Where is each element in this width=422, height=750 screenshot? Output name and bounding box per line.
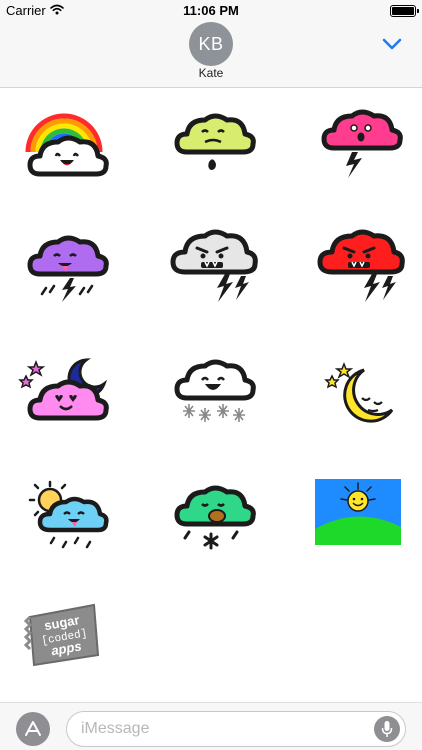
angry-gray-storm-cloud-sticker[interactable] — [161, 212, 261, 312]
sick-green-cloud-sticker[interactable] — [161, 90, 261, 190]
pink-storm-cloud-sticker[interactable] — [308, 90, 408, 190]
sticker-grid: sugar [coded] apps — [0, 90, 422, 700]
sun-hill-sticker[interactable] — [308, 462, 408, 562]
message-input[interactable] — [81, 712, 351, 746]
chevron-down-icon[interactable] — [380, 34, 404, 54]
sugar-coded-apps-logo[interactable]: sugar [coded] apps — [14, 584, 114, 684]
green-snow-cloud-sticker[interactable] — [161, 462, 261, 562]
purple-storm-cloud-sticker[interactable] — [14, 212, 114, 312]
microphone-icon[interactable] — [374, 716, 400, 742]
contact-name[interactable]: Kate — [0, 66, 422, 80]
snow-cloud-sticker[interactable] — [161, 336, 261, 436]
angry-red-storm-cloud-sticker[interactable] — [308, 212, 408, 312]
sleepy-moon-sticker[interactable] — [308, 336, 408, 436]
conversation-header: KB Kate — [0, 22, 422, 88]
rainbow-cloud-sticker[interactable] — [14, 90, 114, 190]
app-store-icon[interactable] — [16, 712, 50, 746]
battery-icon — [390, 5, 419, 17]
love-night-cloud-sticker[interactable] — [14, 336, 114, 436]
status-bar: Carrier 11:06 PM — [0, 0, 422, 22]
sun-rain-cloud-sticker[interactable] — [14, 462, 114, 562]
message-field[interactable] — [66, 711, 406, 747]
message-input-bar — [0, 702, 422, 750]
clock: 11:06 PM — [183, 3, 239, 18]
contact-avatar[interactable]: KB — [189, 22, 233, 66]
